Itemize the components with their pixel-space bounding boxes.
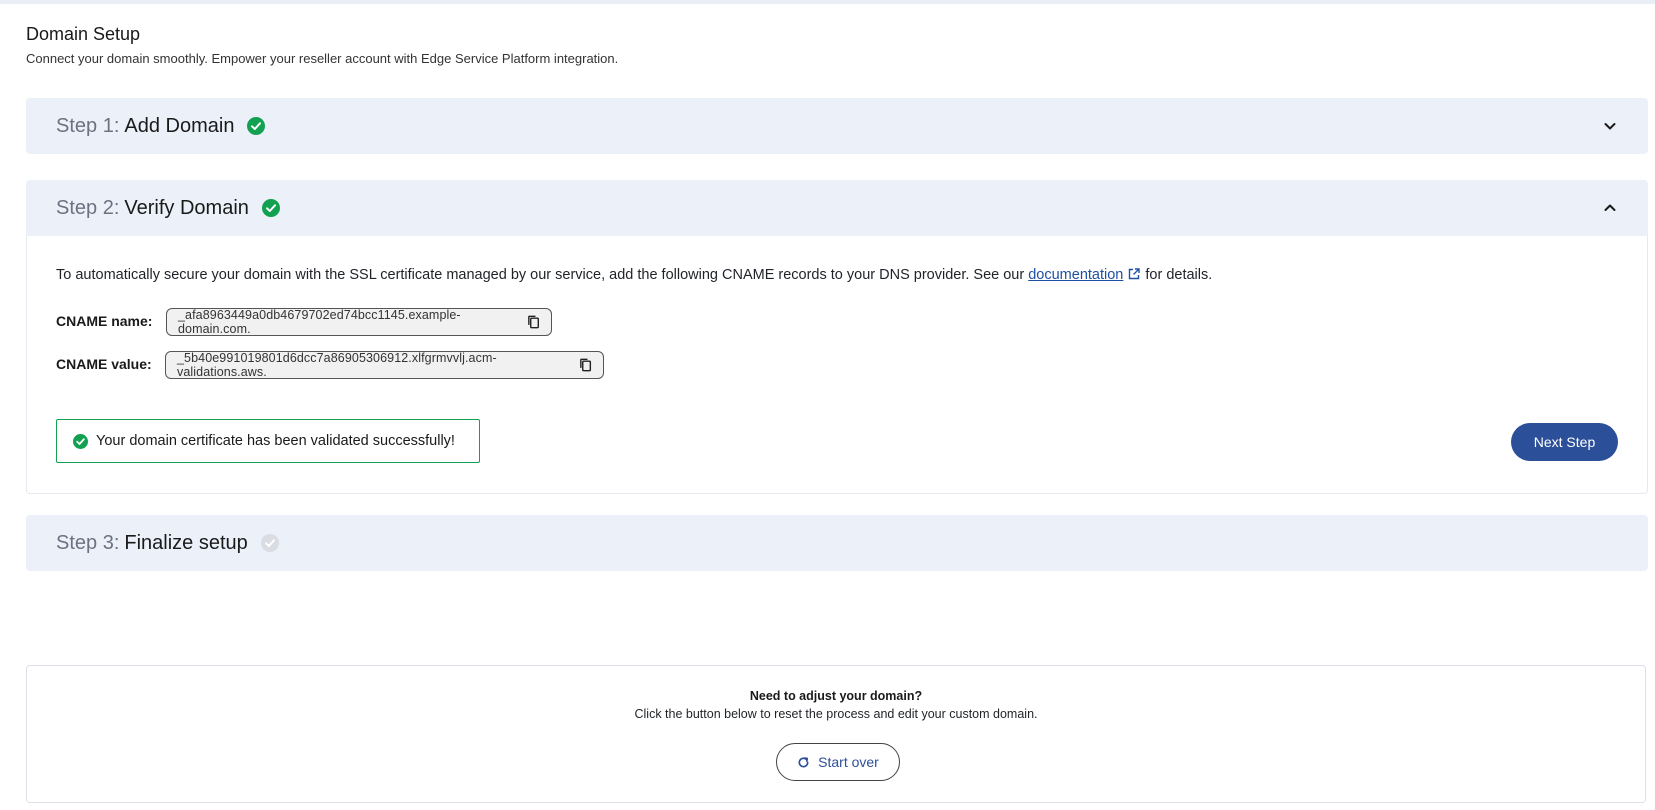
check-circle-icon <box>261 199 280 217</box>
adjust-title: Need to adjust your domain? <box>749 689 923 703</box>
top-border <box>0 0 1655 4</box>
step-1-header[interactable]: Step 1: Add Domain <box>26 98 1648 154</box>
cname-value-label: CNAME value: <box>56 356 152 372</box>
cname-name-value[interactable]: _afa8963449a0db4679702ed74bcc1145.exampl… <box>178 308 514 336</box>
instructions-text-end: for details. <box>1141 267 1213 283</box>
adjust-description: Click the button below to reset the proc… <box>634 707 1038 721</box>
instructions-text: To automatically secure your domain with… <box>56 267 1029 283</box>
adjust-domain-card: Need to adjust your domain? Click the bu… <box>26 665 1646 803</box>
verify-instructions: To automatically secure your domain with… <box>56 267 1212 283</box>
start-over-label[interactable]: Start over <box>818 754 879 770</box>
validation-success-message: Your domain certificate has been validat… <box>96 433 455 449</box>
step-2-header[interactable]: Step 2: Verify Domain <box>26 180 1648 236</box>
step-3-header[interactable]: Step 3: Finalize setup <box>26 515 1648 571</box>
documentation-link[interactable]: documentation <box>1028 267 1141 283</box>
chevron-down-icon[interactable] <box>1602 118 1618 134</box>
validation-success-alert: Your domain certificate has been validat… <box>56 419 480 463</box>
cname-value-value[interactable]: _5b40e991019801d6dcc7a86905306912.xlfgrm… <box>177 351 566 379</box>
page-title: Domain Setup <box>26 24 141 44</box>
step-2-panel: To automatically secure your domain with… <box>26 235 1648 494</box>
start-over-button[interactable]: Start over <box>776 743 900 781</box>
step-1-label: Step 1: <box>56 114 120 137</box>
refresh-icon <box>798 756 809 767</box>
next-step-button[interactable]: Next Step <box>1511 423 1618 461</box>
check-circle-icon <box>260 534 279 552</box>
step-3-label: Step 3: <box>56 531 120 554</box>
check-circle-icon <box>73 433 88 449</box>
copy-icon[interactable] <box>526 314 541 330</box>
cname-name-field[interactable]: _afa8963449a0db4679702ed74bcc1145.exampl… <box>166 308 552 336</box>
step-1-name: Add Domain <box>124 114 235 137</box>
chevron-up-icon[interactable] <box>1602 200 1618 216</box>
step-3-name: Finalize setup <box>124 531 248 554</box>
page-subtitle: Connect your domain smoothly. Empower yo… <box>26 51 619 66</box>
external-link-icon[interactable] <box>1127 267 1141 281</box>
step-2-name: Verify Domain <box>124 196 249 219</box>
check-circle-icon <box>247 117 266 135</box>
copy-icon[interactable] <box>578 357 593 373</box>
step-2-label: Step 2: <box>56 196 120 219</box>
cname-value-field[interactable]: _5b40e991019801d6dcc7a86905306912.xlfgrm… <box>165 351 604 379</box>
documentation-link-text[interactable]: documentation <box>1028 267 1123 283</box>
cname-name-label: CNAME name: <box>56 313 153 329</box>
